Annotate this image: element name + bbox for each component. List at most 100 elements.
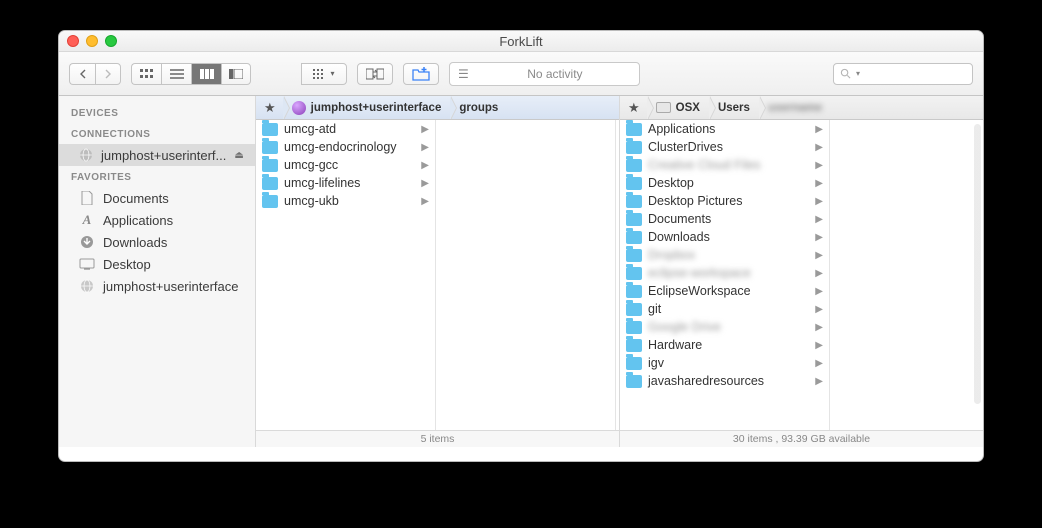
folder-row[interactable]: git ▶ — [620, 300, 829, 318]
folder-name: umcg-gcc — [284, 158, 338, 172]
folder-name: umcg-lifelines — [284, 176, 360, 190]
folder-name: Google Drive — [648, 320, 721, 334]
grid-small-icon — [313, 69, 327, 79]
left-column[interactable]: umcg-atd▶umcg-endocrinology▶umcg-gcc▶umc… — [256, 120, 436, 430]
window-controls — [67, 35, 117, 47]
chevron-right-icon: ▶ — [815, 304, 823, 315]
activity-bar: ☰ No activity — [449, 62, 640, 86]
close-window-button[interactable] — [67, 35, 79, 47]
folder-row[interactable]: Dropbox▶ — [620, 246, 829, 264]
path-label-blurred: username — [768, 102, 822, 114]
folder-name: Downloads — [648, 230, 710, 244]
folder-row[interactable]: umcg-gcc▶ — [256, 156, 435, 174]
search-field[interactable]: ▾ — [833, 63, 973, 85]
folder-row[interactable]: javasharedresources▶ — [620, 372, 829, 390]
icon-view-button[interactable] — [131, 63, 161, 85]
eject-icon[interactable]: ⏏ — [234, 150, 243, 161]
right-column[interactable]: Applications▶ClusterDrives▶Creative Clou… — [620, 120, 830, 430]
folder-row[interactable]: Documents▶ — [620, 210, 829, 228]
path-favorite-star[interactable]: ★ — [256, 96, 284, 119]
sidebar-item-desktop[interactable]: Desktop — [59, 253, 255, 275]
minimize-window-button[interactable] — [86, 35, 98, 47]
folder-icon — [626, 375, 642, 388]
list-view-button[interactable] — [161, 63, 191, 85]
folder-icon — [262, 123, 278, 136]
chevron-right-icon: ▶ — [421, 196, 429, 207]
globe-icon — [79, 147, 93, 163]
folder-row[interactable]: Downloads▶ — [620, 228, 829, 246]
zoom-window-button[interactable] — [105, 35, 117, 47]
folder-name: Dropbox — [648, 248, 695, 262]
path-seg-host[interactable]: jumphost+userinterface — [284, 96, 452, 119]
nav-buttons — [69, 63, 121, 85]
folder-name: git — [648, 302, 661, 316]
chevron-right-icon: ▶ — [815, 196, 823, 207]
sync-button[interactable] — [357, 63, 393, 85]
forward-button[interactable] — [95, 63, 121, 85]
folder-row[interactable]: Desktop Pictures ▶ — [620, 192, 829, 210]
gallery-icon — [229, 69, 243, 79]
sidebar-item-label: Desktop — [103, 257, 151, 272]
path-label: OSX — [676, 102, 700, 114]
arrange-button[interactable]: ▾ — [301, 63, 347, 85]
folder-icon — [626, 303, 642, 316]
chevron-right-icon: ▶ — [815, 124, 823, 135]
folder-row[interactable]: umcg-lifelines▶ — [256, 174, 435, 192]
folder-icon — [626, 195, 642, 208]
path-seg-groups[interactable]: groups — [451, 96, 508, 119]
folder-row[interactable]: Applications ▶ — [620, 120, 829, 138]
sidebar-item-applications[interactable]: A Applications — [59, 209, 255, 231]
column-view-button[interactable] — [191, 63, 221, 85]
path-favorite-star[interactable]: ★ — [620, 96, 648, 119]
sidebar-item-downloads[interactable]: Downloads — [59, 231, 255, 253]
chevron-right-icon: ▶ — [421, 124, 429, 135]
path-label: groups — [459, 102, 498, 114]
folder-row[interactable]: Hardware▶ — [620, 336, 829, 354]
gallery-view-button[interactable] — [221, 63, 251, 85]
back-button[interactable] — [69, 63, 95, 85]
folder-row[interactable]: umcg-endocrinology▶ — [256, 138, 435, 156]
left-column-empty — [436, 120, 616, 430]
scrollbar[interactable] — [974, 124, 981, 404]
content-area: DEVICES CONNECTIONS jumphost+userinterf.… — [59, 96, 983, 447]
folder-name: Documents — [648, 212, 711, 226]
sidebar-heading-favorites: FAVORITES — [59, 166, 255, 187]
folder-icon — [626, 249, 642, 262]
folder-name: umcg-atd — [284, 122, 336, 136]
new-folder-button[interactable] — [403, 63, 439, 85]
folder-name: umcg-endocrinology — [284, 140, 397, 154]
folder-icon — [262, 159, 278, 172]
sync-icon — [366, 68, 384, 80]
path-seg-user[interactable]: username — [760, 96, 832, 119]
folder-row[interactable]: umcg-atd ▶ — [256, 120, 435, 138]
folder-row[interactable]: Desktop ▶ — [620, 174, 829, 192]
folder-row[interactable]: EclipseWorkspace▶ — [620, 282, 829, 300]
folder-name: Desktop Pictures — [648, 194, 742, 208]
folder-name: Creative Cloud Files — [648, 158, 761, 172]
path-label: Users — [718, 102, 750, 114]
sidebar-item-jumphost[interactable]: jumphost+userinterface — [59, 275, 255, 297]
folder-row[interactable]: igv▶ — [620, 354, 829, 372]
sidebar-item-connection[interactable]: jumphost+userinterf... ⏏ — [59, 144, 255, 166]
folder-icon — [262, 195, 278, 208]
sidebar-item-documents[interactable]: Documents — [59, 187, 255, 209]
sidebar-item-label: jumphost+userinterface — [103, 279, 239, 294]
folder-name: Applications — [648, 122, 715, 136]
path-seg-users[interactable]: Users — [710, 96, 760, 119]
folder-icon — [626, 357, 642, 370]
folder-row[interactable]: Google Drive ▶ — [620, 318, 829, 336]
hdd-icon — [656, 102, 671, 113]
chevron-right-icon: ▶ — [815, 178, 823, 189]
folder-name: Hardware — [648, 338, 702, 352]
chevron-right-icon: ▶ — [815, 322, 823, 333]
folder-name: Desktop — [648, 176, 694, 190]
path-seg-osx[interactable]: OSX — [648, 96, 710, 119]
folder-row[interactable]: eclipse-workspace▶ — [620, 264, 829, 282]
folder-icon — [626, 177, 642, 190]
folder-row[interactable]: umcg-ukb▶ — [256, 192, 435, 210]
sidebar-heading-connections: CONNECTIONS — [59, 123, 255, 144]
folder-row[interactable]: Creative Cloud Files▶ — [620, 156, 829, 174]
folder-icon — [626, 339, 642, 352]
folder-row[interactable]: ClusterDrives▶ — [620, 138, 829, 156]
new-folder-icon — [412, 67, 430, 81]
